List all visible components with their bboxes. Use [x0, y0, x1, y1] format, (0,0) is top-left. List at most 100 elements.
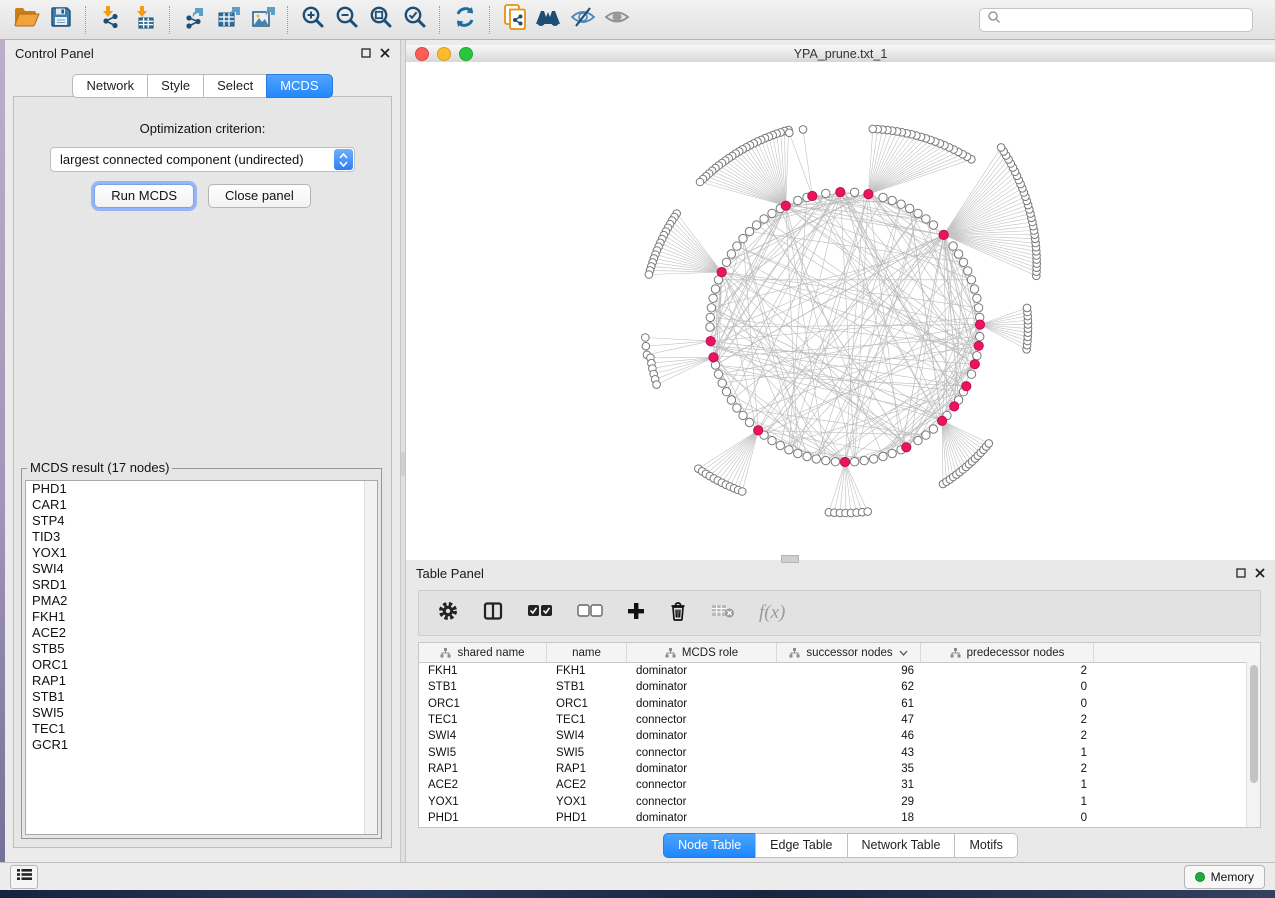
optimization-criterion-select[interactable]: largest connected component (undirected) — [50, 147, 355, 172]
search-input[interactable] — [1007, 12, 1245, 28]
float-icon[interactable] — [1236, 566, 1246, 581]
run-mcds-button[interactable]: Run MCDS — [94, 184, 194, 208]
mcds-result-item[interactable]: ACE2 — [26, 625, 377, 641]
column-header-successor-nodes[interactable]: successor nodes — [777, 643, 921, 662]
mcds-hub-node[interactable] — [706, 337, 715, 346]
refresh-layout-button[interactable] — [448, 4, 482, 36]
task-history-button[interactable] — [10, 865, 38, 889]
mcds-hub-node[interactable] — [938, 416, 947, 425]
show-all-button[interactable] — [600, 4, 634, 36]
horizontal-splitter-handle[interactable] — [781, 555, 799, 563]
mcds-result-item[interactable]: TEC1 — [26, 721, 377, 737]
delete-column-icon[interactable] — [669, 601, 687, 626]
close-icon[interactable] — [1255, 566, 1265, 581]
search-box[interactable] — [979, 8, 1253, 32]
tab-network[interactable]: Network — [72, 74, 148, 98]
mcds-result-item[interactable]: GCR1 — [26, 737, 377, 753]
deselect-all-icon[interactable] — [577, 604, 603, 622]
tab-mcds[interactable]: MCDS — [266, 74, 332, 98]
mcds-result-item[interactable]: ORC1 — [26, 657, 377, 673]
mcds-hub-node[interactable] — [840, 457, 849, 466]
mcds-hub-node[interactable] — [808, 191, 817, 200]
table-row[interactable]: ORC1ORC1dominator610 — [419, 696, 1260, 712]
tab-style[interactable]: Style — [147, 74, 204, 98]
mcds-result-item[interactable]: PHD1 — [26, 481, 377, 497]
table-row[interactable]: ACE2ACE2connector311 — [419, 777, 1260, 793]
tab-motifs[interactable]: Motifs — [954, 833, 1017, 858]
tab-node-table[interactable]: Node Table — [663, 833, 756, 858]
mcds-hub-node[interactable] — [962, 382, 971, 391]
network-window-titlebar[interactable]: YPA_prune.txt_1 — [406, 45, 1275, 63]
scrollbar-thumb[interactable] — [1250, 665, 1258, 783]
float-icon[interactable] — [361, 46, 371, 61]
mcds-hub-node[interactable] — [950, 402, 959, 411]
table-row[interactable]: SWI4SWI4dominator462 — [419, 728, 1260, 744]
mcds-result-item[interactable]: RAP1 — [26, 673, 377, 689]
mcds-hub-node[interactable] — [781, 201, 790, 210]
column-header-MCDS-role[interactable]: MCDS role — [627, 643, 777, 662]
mcds-hub-node[interactable] — [717, 268, 726, 277]
column-header-name[interactable]: name — [547, 643, 627, 662]
mcds-result-item[interactable]: STP4 — [26, 513, 377, 529]
mcds-hub-node[interactable] — [864, 190, 873, 199]
zoom-out-button[interactable] — [330, 4, 364, 36]
select-all-icon[interactable] — [527, 604, 553, 622]
export-table-button[interactable] — [212, 4, 246, 36]
mcds-hub-node[interactable] — [754, 426, 763, 435]
table-row[interactable]: SWI5SWI5connector431 — [419, 744, 1260, 760]
close-icon[interactable] — [380, 46, 390, 61]
export-network-button[interactable] — [178, 4, 212, 36]
mcds-result-item[interactable]: PMA2 — [26, 593, 377, 609]
mcds-result-item[interactable]: SWI4 — [26, 561, 377, 577]
mcds-hub-node[interactable] — [974, 341, 983, 350]
mcds-result-item[interactable]: TID3 — [26, 529, 377, 545]
network-canvas[interactable] — [406, 62, 1275, 560]
clone-network-button[interactable] — [498, 4, 532, 36]
table-row[interactable]: YOX1YOX1connector291 — [419, 793, 1260, 809]
mcds-result-item[interactable]: SRD1 — [26, 577, 377, 593]
node-table[interactable]: shared namenameMCDS rolesuccessor nodesp… — [418, 642, 1261, 828]
splitter-handle[interactable] — [401, 452, 405, 476]
table-row[interactable]: PHD1PHD1dominator180 — [419, 810, 1260, 826]
column-header-predecessor-nodes[interactable]: predecessor nodes — [921, 643, 1094, 662]
column-header-shared-name[interactable]: shared name — [419, 643, 547, 662]
table-row[interactable]: FKH1FKH1dominator962 — [419, 663, 1260, 679]
add-column-icon[interactable] — [627, 602, 645, 625]
memory-button[interactable]: Memory — [1184, 865, 1265, 889]
table-row[interactable]: TEC1TEC1connector472 — [419, 712, 1260, 728]
column-layout-icon[interactable] — [483, 601, 503, 626]
tab-network-table[interactable]: Network Table — [847, 833, 956, 858]
table-row[interactable]: STB1STB1dominator620 — [419, 679, 1260, 695]
network-graph[interactable] — [406, 62, 1275, 560]
mcds-result-list[interactable]: PHD1CAR1STP4TID3YOX1SWI4SRD1PMA2FKH1ACE2… — [25, 480, 378, 835]
close-panel-button[interactable]: Close panel — [208, 184, 311, 208]
mcds-result-item[interactable]: SWI5 — [26, 705, 377, 721]
settings-gear-icon[interactable] — [437, 600, 459, 627]
tab-select[interactable]: Select — [203, 74, 267, 98]
mcds-hub-node[interactable] — [939, 230, 948, 239]
mcds-hub-node[interactable] — [836, 188, 845, 197]
table-scrollbar[interactable] — [1246, 662, 1260, 827]
import-table-button[interactable] — [128, 4, 162, 36]
table-row[interactable]: RAP1RAP1dominator352 — [419, 761, 1260, 777]
export-image-button[interactable] — [246, 4, 280, 36]
mcds-result-item[interactable]: STB5 — [26, 641, 377, 657]
result-list-scrollbar[interactable] — [364, 481, 377, 834]
save-session-button[interactable] — [44, 4, 78, 36]
import-network-button[interactable] — [94, 4, 128, 36]
tab-edge-table[interactable]: Edge Table — [755, 833, 847, 858]
mcds-hub-node[interactable] — [709, 353, 718, 362]
mcds-result-item[interactable]: YOX1 — [26, 545, 377, 561]
binoculars-button[interactable] — [532, 4, 566, 36]
mcds-hub-node[interactable] — [902, 443, 911, 452]
zoom-in-button[interactable] — [296, 4, 330, 36]
mcds-result-item[interactable]: FKH1 — [26, 609, 377, 625]
hide-selected-button[interactable] — [566, 4, 600, 36]
zoom-selected-button[interactable] — [398, 4, 432, 36]
zoom-fit-button[interactable] — [364, 4, 398, 36]
open-file-button[interactable] — [10, 4, 44, 36]
mcds-result-item[interactable]: STB1 — [26, 689, 377, 705]
mcds-hub-node[interactable] — [970, 360, 979, 369]
mcds-result-item[interactable]: CAR1 — [26, 497, 377, 513]
mcds-hub-node[interactable] — [975, 320, 984, 329]
